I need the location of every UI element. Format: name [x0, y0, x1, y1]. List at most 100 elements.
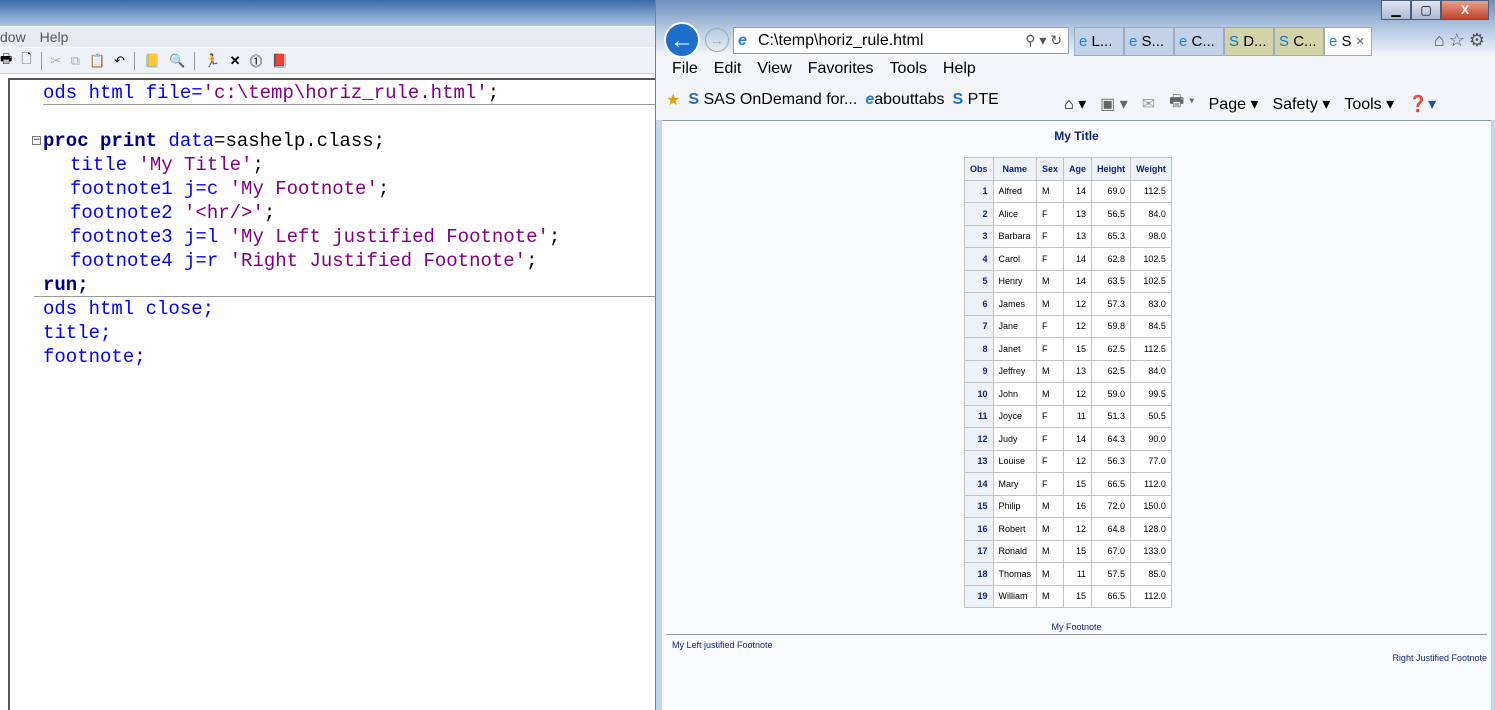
page-menu[interactable]: Page ▾	[1209, 94, 1259, 114]
copy-icon[interactable]: ⧉	[71, 53, 80, 69]
table-cell: Henry	[992, 269, 1038, 293]
code-line: footnote2 '<hr/>';	[70, 202, 276, 224]
print-icon[interactable]: 🖶 ▾	[1169, 90, 1194, 117]
address-bar[interactable]: e C:\temp\horiz_rule.html ⚲ ▾ ↻	[733, 27, 1069, 54]
favorite-link[interactable]: S PTE	[953, 91, 999, 109]
table-cell: 64.3	[1091, 427, 1132, 451]
search-refresh-icons[interactable]: ⚲ ▾ ↻	[1025, 28, 1062, 53]
column-header: Weight	[1130, 157, 1172, 181]
favorites-star-icon[interactable]: ☆	[1449, 30, 1469, 50]
menu-file[interactable]: File	[672, 60, 698, 78]
code-line: footnote;	[43, 346, 146, 368]
help-book-icon[interactable]: 📕	[272, 53, 288, 69]
table-cell: 51.3	[1091, 404, 1132, 428]
clear-icon[interactable]: ✕	[230, 53, 241, 69]
table-row: 10 John M 12 59.0 99.5	[964, 382, 1172, 406]
table-cell: 128.0	[1130, 517, 1172, 541]
table-row: 1 Alfred M 14 69.0 112.5	[964, 179, 1172, 203]
menu-tools[interactable]: Tools	[890, 60, 927, 78]
table-cell: M	[1036, 562, 1065, 586]
cut-icon[interactable]: ✂	[51, 53, 62, 69]
browser-tab-active[interactable]: e S ×	[1324, 27, 1372, 56]
code-line: footnote1 j=c 'My Footnote';	[70, 178, 390, 200]
table-cell: Louise	[992, 449, 1038, 473]
table-cell: 67.0	[1091, 539, 1132, 563]
feeds-icon[interactable]: ▣ ▾	[1100, 94, 1128, 114]
back-button[interactable]: ←	[664, 22, 700, 58]
table-cell: 8	[964, 337, 994, 361]
table-cell: 84.0	[1130, 202, 1172, 226]
safety-menu[interactable]: Safety ▾	[1272, 94, 1330, 114]
menu-edit[interactable]: Edit	[714, 60, 742, 78]
table-cell: M	[1036, 584, 1065, 608]
menu-help[interactable]: Help	[40, 29, 69, 45]
menu-view[interactable]: View	[757, 60, 791, 78]
table-cell: 12	[1063, 314, 1093, 338]
table-cell: 14	[1063, 427, 1093, 451]
code-line: ods html close;	[43, 298, 215, 320]
close-button[interactable]: X	[1441, 0, 1489, 20]
table-cell: M	[1036, 539, 1065, 563]
table-cell: 85.0	[1130, 562, 1172, 586]
table-row: 13 Louise F 12 56.3 77.0	[964, 449, 1172, 473]
menu-window[interactable]: dow	[0, 29, 26, 45]
code-line: title 'My Title';	[70, 154, 264, 176]
mail-icon[interactable]: ✉	[1142, 94, 1155, 114]
table-cell: 99.5	[1130, 382, 1172, 406]
table-cell: 14	[1063, 179, 1093, 203]
break-icon[interactable]: ⓵	[250, 51, 263, 70]
sas-menu-bar: dow Help	[0, 27, 656, 47]
table-cell: 57.3	[1091, 292, 1132, 316]
table-cell: 50.5	[1130, 404, 1172, 428]
paste-icon[interactable]: 📋	[89, 53, 105, 69]
favorite-link[interactable]: eabouttabs	[865, 91, 944, 109]
browser-tab[interactable]: e C...	[1174, 27, 1224, 56]
undo-icon[interactable]: ↶	[114, 53, 125, 69]
submit-icon[interactable]: 🏃	[204, 53, 220, 69]
table-cell: 12	[1063, 517, 1093, 541]
maximize-button[interactable]: ▢	[1411, 0, 1441, 20]
home-icon[interactable]: ⌂	[1434, 30, 1449, 50]
browser-tab[interactable]: e L...	[1074, 27, 1124, 56]
table-cell: 11	[964, 404, 994, 428]
ie-menu-bar: File Edit View Favorites Tools Help	[672, 60, 976, 78]
window-controls: ▁ ▢ X	[1381, 0, 1489, 20]
print-icon[interactable]: 🖶	[0, 50, 12, 72]
new-library-icon[interactable]: 📒	[144, 53, 160, 69]
tools-menu[interactable]: Tools ▾	[1344, 94, 1394, 114]
home-icon[interactable]: ⌂ ▾	[1064, 94, 1086, 114]
table-cell: 84.0	[1130, 359, 1172, 383]
menu-help[interactable]: Help	[943, 60, 976, 78]
print-preview-icon[interactable]: 🗋	[21, 50, 31, 72]
code-line: footnote3 j=l 'My Left justified Footnot…	[70, 226, 561, 248]
table-cell: F	[1036, 427, 1065, 451]
favorite-link[interactable]: S SAS OnDemand for...	[688, 91, 857, 109]
help-icon[interactable]: ❓▾	[1408, 94, 1436, 114]
collapse-toggle[interactable]: −	[32, 136, 41, 145]
table-cell: 66.5	[1091, 472, 1132, 496]
page-content: My Title Obs Name Sex Age Height Weight 1 Alfr…	[662, 120, 1491, 710]
gear-icon[interactable]: ⚙	[1469, 30, 1489, 50]
command-bar: ⌂ ▾ ▣ ▾ ✉ 🖶 ▾ Page ▾ Safety ▾ Tools ▾ ❓▾	[1064, 90, 1436, 117]
table-cell: 62.8	[1091, 247, 1132, 271]
table-cell: F	[1036, 202, 1065, 226]
table-cell: 15	[1063, 472, 1093, 496]
table-row: 19 William M 15 66.5 112.0	[964, 584, 1172, 608]
table-row: 6 James M 12 57.3 83.0	[964, 292, 1172, 316]
minimize-button[interactable]: ▁	[1381, 0, 1411, 20]
explorer-icon[interactable]: 🔍	[169, 53, 185, 69]
favorites-add-icon[interactable]: ★	[666, 90, 680, 110]
table-cell: 57.5	[1091, 562, 1132, 586]
menu-favorites[interactable]: Favorites	[808, 60, 874, 78]
table-row: 11 Joyce F 11 51.3 50.5	[964, 404, 1172, 428]
forward-button[interactable]: →	[705, 28, 729, 52]
table-row: 7 Jane F 12 59.8 84.5	[964, 314, 1172, 338]
browser-tab[interactable]: S D...	[1224, 27, 1274, 56]
code-editor[interactable]: ods html file='c:\temp\horiz_rule.html';…	[8, 78, 656, 710]
table-cell: 112.0	[1130, 584, 1172, 608]
browser-tab[interactable]: e S...	[1124, 27, 1174, 56]
table-cell: 3	[964, 224, 994, 248]
report-title: My Title	[1054, 129, 1099, 143]
data-table: Obs Name Sex Age Height Weight 1 Alfred M 14 69.0…	[964, 157, 1172, 608]
browser-tab[interactable]: S C...	[1274, 27, 1324, 56]
